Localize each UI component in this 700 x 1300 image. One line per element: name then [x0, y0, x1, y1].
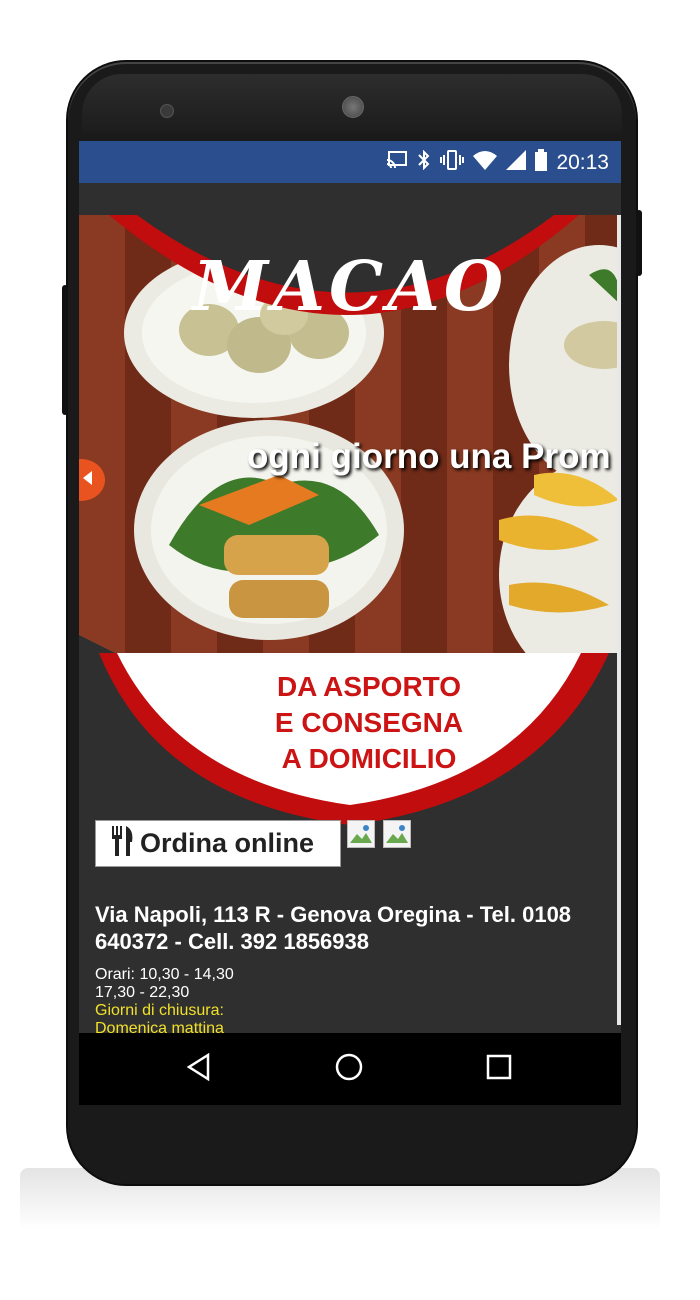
logo-macao: MACAO: [192, 247, 508, 327]
wifi-icon: [473, 150, 498, 175]
home-icon: [334, 1052, 364, 1087]
clock: 20:13: [556, 150, 609, 174]
back-icon: [186, 1052, 212, 1086]
closing-days-value: Domenica mattina: [95, 1020, 224, 1033]
recents-button[interactable]: [481, 1051, 517, 1087]
restaurant-address: Via Napoli, 113 R - Genova Oregina - Tel…: [95, 902, 572, 954]
front-camera: [160, 104, 174, 118]
navigation-bar: [79, 1033, 621, 1105]
slider-caption: ogni giorno una Prom: [247, 437, 611, 476]
hours-line-2: 17,30 - 22,30: [95, 984, 190, 1001]
broken-image-icon[interactable]: [383, 820, 411, 848]
tagline: DA ASPORTO E CONSEGNA A DOMICILIO: [199, 669, 539, 777]
fork-knife-icon: [110, 826, 134, 861]
web-page[interactable]: MACAO ogni giorno una Prom DA ASPORTO E …: [79, 183, 621, 1033]
signal-icon: [506, 150, 527, 175]
tagline-line-3: A DOMICILIO: [281, 743, 457, 774]
closing-days-label: Giorni di chiusura:: [95, 1002, 224, 1019]
recents-icon: [486, 1054, 512, 1085]
scrollbar[interactable]: [617, 215, 621, 1025]
cast-icon: [386, 151, 408, 174]
vibrate-icon: [440, 150, 465, 175]
battery-icon: [535, 149, 548, 176]
broken-image-icon[interactable]: [347, 820, 375, 848]
bluetooth-icon: [417, 149, 431, 175]
chevron-left-icon: [83, 470, 93, 490]
power-button: [636, 210, 642, 276]
status-icons: 20:13: [386, 149, 609, 176]
home-button[interactable]: [331, 1051, 367, 1087]
earpiece-speaker: [342, 96, 364, 118]
hero-slider[interactable]: MACAO ogni giorno una Prom: [79, 215, 621, 655]
phone-screen: 20:13 MACAO ogni giorno una Prom DA ASPO…: [79, 141, 621, 1105]
volume-button: [62, 285, 68, 415]
status-bar: 20:13: [79, 141, 621, 183]
order-online-label: Ordina online: [140, 828, 315, 858]
tagline-line-2: E CONSEGNA: [274, 707, 464, 738]
hours-line-1: Orari: 10,30 - 14,30: [95, 966, 234, 983]
tagline-line-1: DA ASPORTO: [276, 671, 462, 702]
opening-hours: Orari: 10,30 - 14,30 17,30 - 22,30 Giorn…: [95, 966, 395, 1033]
back-button[interactable]: [181, 1051, 217, 1087]
order-online-button[interactable]: Ordina online: [95, 820, 341, 867]
